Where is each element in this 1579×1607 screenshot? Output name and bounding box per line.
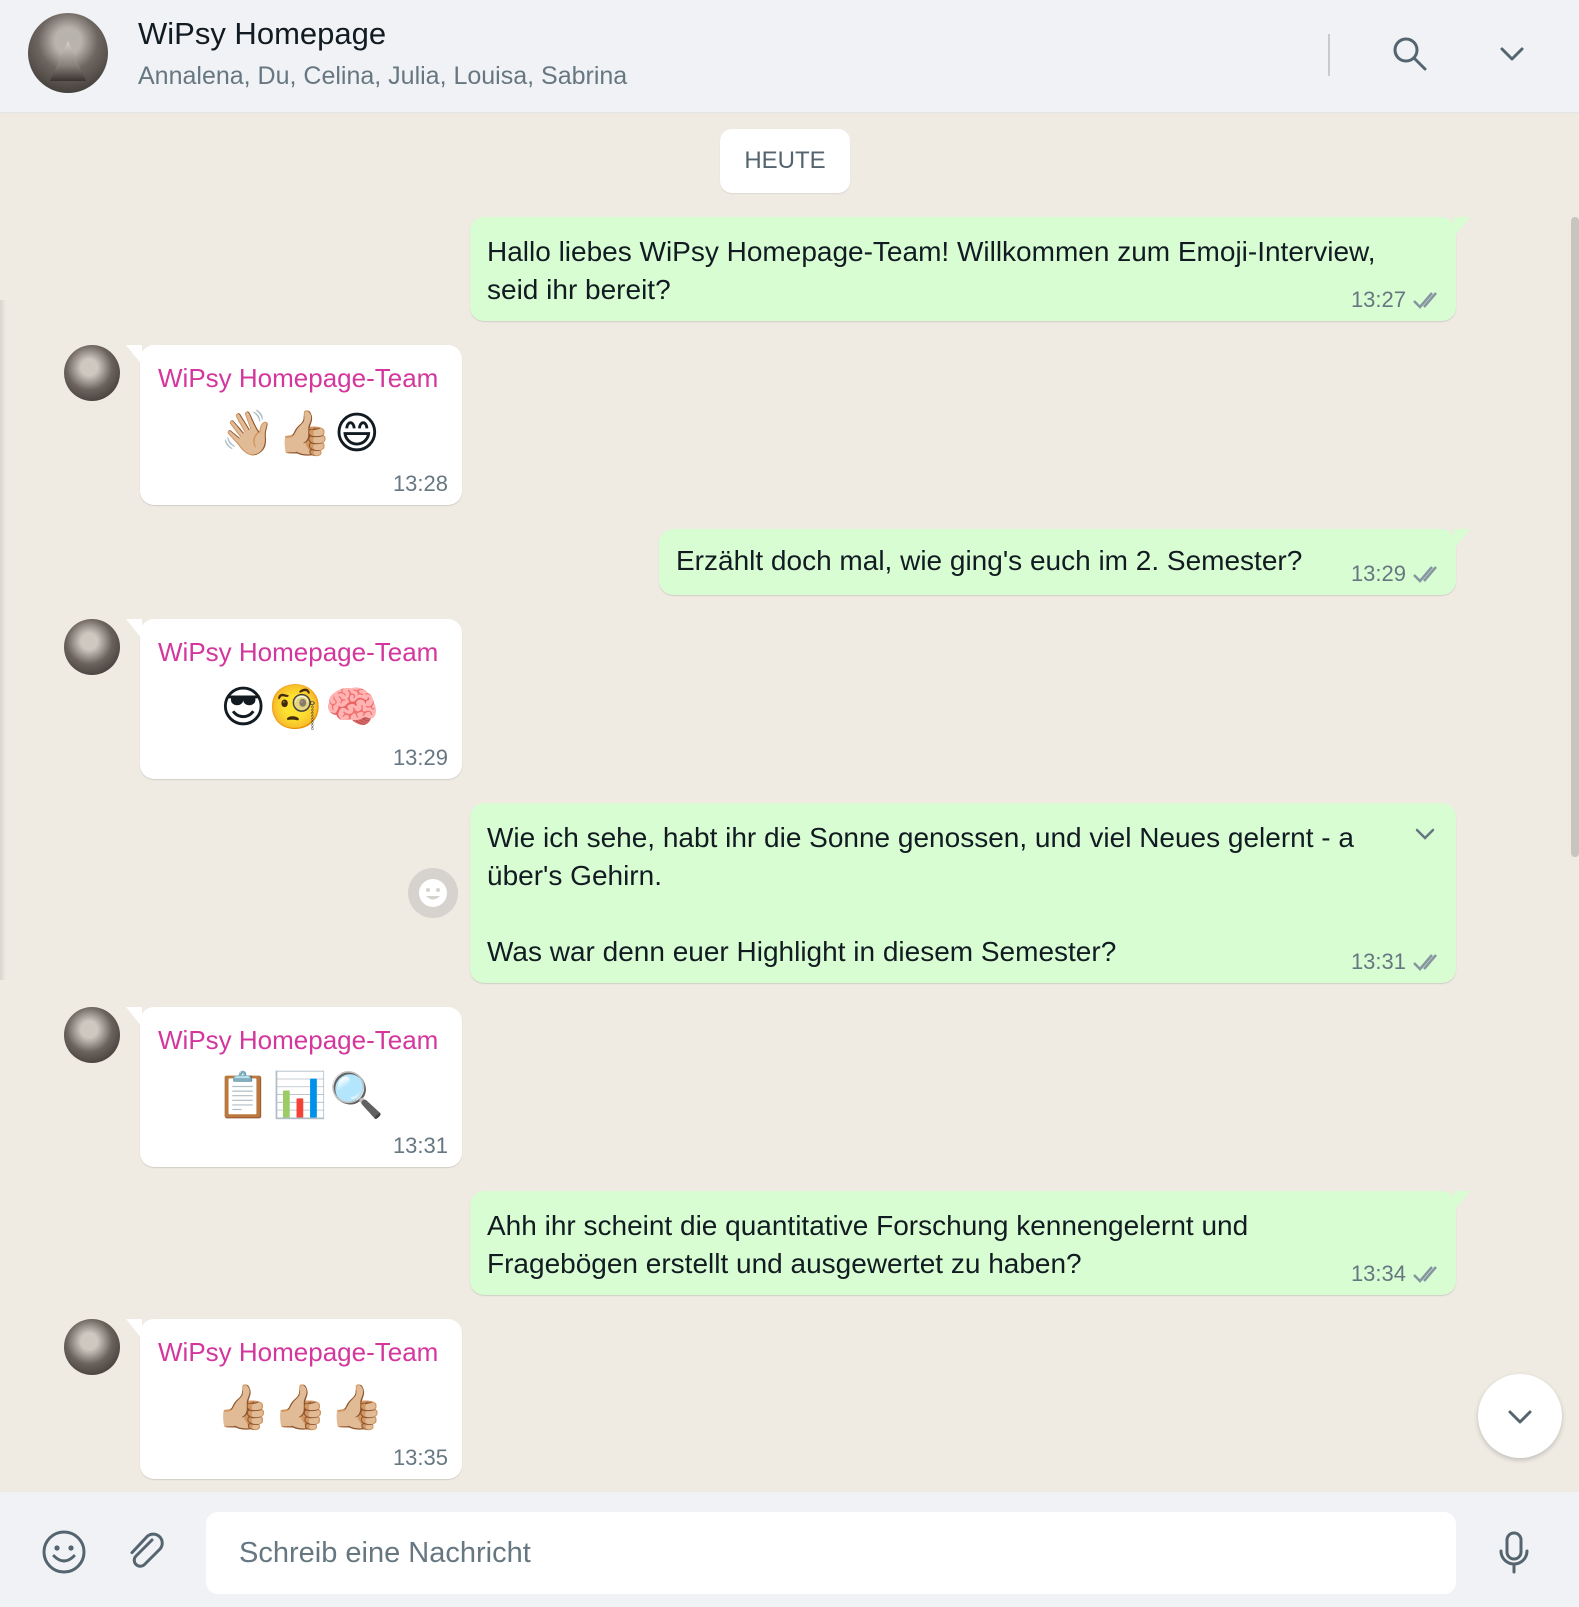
emoji-content: 😎🧐🧠 xyxy=(220,683,382,732)
double-check-icon xyxy=(1413,566,1437,583)
sender-name[interactable]: WiPsy Homepage-Team xyxy=(158,1025,438,1056)
message-outgoing[interactable]: Erzählt doch mal, wie ging's euch im 2. … xyxy=(659,529,1470,595)
message-time: 13:29 xyxy=(392,745,448,770)
message-meta: 13:34 xyxy=(1351,1261,1444,1287)
date-separator: HEUTE xyxy=(720,129,850,193)
message-incoming[interactable]: WiPsy Homepage-Team 👍🏼👍🏼👍🏼 13:35 xyxy=(126,1319,462,1479)
message-outgoing[interactable]: Ahh ihr scheint die quantitative Forschu… xyxy=(470,1191,1470,1295)
message-time: 13:27 xyxy=(1350,287,1406,312)
message-outgoing[interactable]: Wie ich sehe, habt ihr die Sonne genosse… xyxy=(470,803,1456,983)
sender-name[interactable]: WiPsy Homepage-Team xyxy=(158,363,438,394)
message-text: Ahh ihr scheint die quantitative Forschu… xyxy=(487,1210,1249,1279)
emoji-content: 👍🏼👍🏼👍🏼 xyxy=(215,1383,387,1432)
sender-name[interactable]: WiPsy Homepage-Team xyxy=(158,637,438,668)
double-check-icon xyxy=(1413,292,1437,309)
message-text: Wie ich sehe, habt ihr die Sonne genosse… xyxy=(487,822,1354,967)
sender-avatar[interactable] xyxy=(64,345,120,401)
double-check-icon xyxy=(1413,1266,1437,1283)
chat-participants[interactable]: Annalena, Du, Celina, Julia, Louisa, Sab… xyxy=(138,62,627,91)
paperclip-icon[interactable] xyxy=(122,1528,170,1576)
message-text: Hallo liebes WiPsy Homepage-Team! Willko… xyxy=(487,236,1376,305)
message-meta: 13:29 xyxy=(393,745,448,771)
search-icon[interactable] xyxy=(1390,34,1430,74)
sender-name[interactable]: WiPsy Homepage-Team xyxy=(158,1337,438,1368)
message-meta: 13:27 xyxy=(1351,287,1444,313)
message-time: 13:34 xyxy=(1350,1261,1406,1286)
message-meta: 13:28 xyxy=(393,471,448,497)
message-time: 13:28 xyxy=(392,471,448,496)
scroll-to-bottom-button[interactable] xyxy=(1478,1374,1562,1458)
chat-scrollbar[interactable] xyxy=(1571,217,1579,857)
reaction-smiley-icon[interactable] xyxy=(408,868,458,918)
double-check-icon xyxy=(1413,954,1437,971)
reaction-button[interactable] xyxy=(408,868,458,918)
sender-avatar[interactable] xyxy=(64,619,120,675)
message-time: 13:29 xyxy=(1350,561,1406,586)
group-avatar[interactable] xyxy=(28,13,108,93)
chat-title[interactable]: WiPsy Homepage xyxy=(138,16,386,52)
message-meta: 13:29 xyxy=(1351,561,1444,587)
sender-avatar[interactable] xyxy=(64,1007,120,1063)
microphone-icon[interactable] xyxy=(1490,1528,1538,1576)
composer-bar xyxy=(0,1492,1579,1607)
message-meta: 13:31 xyxy=(393,1133,448,1159)
chat-header[interactable]: WiPsy Homepage Annalena, Du, Celina, Jul… xyxy=(0,0,1579,113)
emoji-content: 📋📊🔍 xyxy=(215,1071,387,1120)
header-divider xyxy=(1328,34,1330,76)
sender-avatar[interactable] xyxy=(64,1319,120,1375)
emoji-content: 👋🏼👍🏼😄 xyxy=(220,409,382,458)
emoji-icon[interactable] xyxy=(40,1528,88,1576)
message-time: 13:35 xyxy=(392,1445,448,1470)
message-outgoing[interactable]: Hallo liebes WiPsy Homepage-Team! Willko… xyxy=(470,217,1470,321)
message-time: 13:31 xyxy=(1350,949,1406,974)
message-menu-chevron-icon[interactable] xyxy=(1410,819,1440,849)
message-input[interactable] xyxy=(206,1512,1456,1594)
message-incoming[interactable]: WiPsy Homepage-Team 👋🏼👍🏼😄 13:28 xyxy=(126,345,462,505)
panel-edge-shadow xyxy=(0,300,6,980)
message-meta: 13:31 xyxy=(1351,949,1444,975)
message-incoming[interactable]: WiPsy Homepage-Team 😎🧐🧠 13:29 xyxy=(126,619,462,779)
message-text: Erzählt doch mal, wie ging's euch im 2. … xyxy=(676,545,1303,576)
message-meta: 13:35 xyxy=(393,1445,448,1471)
message-time: 13:31 xyxy=(392,1133,448,1158)
message-incoming[interactable]: WiPsy Homepage-Team 📋📊🔍 13:31 xyxy=(126,1007,462,1167)
chevron-down-icon[interactable] xyxy=(1492,34,1532,74)
scroll-down-chevron-icon[interactable] xyxy=(1478,1374,1562,1458)
